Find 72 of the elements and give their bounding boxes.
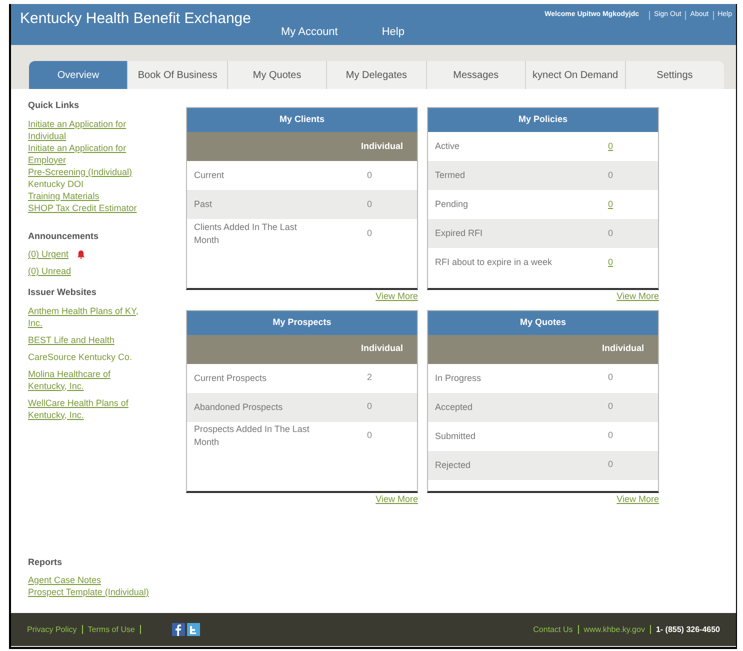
row-label: Accepted: [435, 400, 474, 414]
panel-title: My Prospects: [187, 310, 417, 334]
column-header: Individual: [602, 342, 644, 356]
row-label: Current Prospects: [194, 372, 268, 384]
sidebar-link[interactable]: Initiate an Application for Employer: [28, 142, 150, 166]
announcement-link[interactable]: (0) Urgent: [28, 248, 69, 260]
row-label: Submitted: [435, 430, 477, 442]
phone-number: 1- (855) 326-4650: [656, 624, 720, 636]
row-label: Pending: [435, 198, 470, 211]
bell-icon: [76, 250, 85, 258]
footer-link[interactable]: Contact Us: [533, 624, 573, 636]
sidebar-link[interactable]: Anthem Health Plans of KY, Inc.: [28, 304, 150, 328]
row-label: Clients Added In The Last Month: [194, 220, 298, 246]
count-value: 0: [608, 168, 613, 182]
count-value: 0: [366, 168, 372, 182]
panel-title: My Policies: [428, 108, 658, 132]
section-heading: Issuer Websites: [28, 286, 98, 299]
count-link[interactable]: 0: [608, 256, 613, 270]
row-label: Termed: [435, 169, 466, 182]
sidebar-link[interactable]: BEST Life and Health: [28, 334, 150, 346]
footer-link[interactable]: Privacy Policy: [27, 624, 77, 636]
row-label: RFI about to expire in a week: [435, 256, 554, 269]
footer-link[interactable]: Terms of Use: [88, 624, 135, 636]
row-label: Current: [194, 169, 226, 182]
count-value: 0: [366, 400, 372, 414]
view-more-link[interactable]: View More: [616, 492, 659, 506]
count-value: 2: [366, 371, 372, 384]
count-value: 0: [366, 226, 372, 240]
sidebar-link[interactable]: Initiate an Application for Individual: [28, 118, 150, 142]
section-heading: Quick Links: [28, 99, 80, 112]
sidebar-link[interactable]: Training Materials: [28, 190, 150, 202]
row-label: Expired RFI: [435, 227, 484, 240]
row-label: In Progress: [435, 372, 482, 384]
row-label: Rejected: [435, 458, 472, 472]
sidebar-link[interactable]: (0) Unread: [28, 265, 150, 277]
panel-title: My Quotes: [428, 310, 658, 334]
count-value: 0: [366, 429, 372, 442]
count-value: 0: [366, 198, 372, 211]
count-value: 0: [608, 400, 613, 414]
column-header: Individual: [360, 342, 403, 356]
sidebar-link[interactable]: SHOP Tax Credit Estimator: [28, 202, 150, 214]
footer-link[interactable]: www.khbe.ky.gov: [584, 624, 645, 636]
count-value: 0: [608, 226, 613, 240]
count-value: 0: [608, 458, 613, 472]
sidebar-link[interactable]: Kentucky DOI: [28, 178, 150, 190]
count-link[interactable]: 0: [608, 140, 613, 154]
section-heading: Reports: [28, 556, 64, 569]
count-value: 0: [608, 429, 613, 442]
view-more-link[interactable]: View More: [376, 492, 418, 506]
count-link[interactable]: 0: [608, 198, 613, 212]
sidebar-link[interactable]: Agent Case Notes: [28, 574, 150, 586]
row-label: Active: [435, 140, 461, 153]
sidebar-link[interactable]: Prospect Template (Individual): [28, 586, 150, 598]
sidebar-link[interactable]: CareSource Kentucky Co.: [28, 350, 150, 362]
row-label: Prospects Added In The Last Month: [194, 423, 310, 449]
nav-link[interactable]: My Account: [281, 24, 338, 40]
row-label: Past: [194, 198, 214, 211]
view-more-link[interactable]: View More: [616, 290, 659, 304]
view-more-link[interactable]: View More: [376, 290, 418, 304]
sidebar-link[interactable]: Pre-Screening (Individual): [28, 166, 150, 178]
nav-link[interactable]: Help: [382, 24, 404, 40]
site-title: Kentucky Health Benefit Exchange: [20, 9, 251, 29]
sidebar-link[interactable]: Molina Healthcare of Kentucky, Inc.: [28, 368, 150, 392]
count-value: 0: [608, 371, 613, 384]
sidebar-link[interactable]: WellCare Health Plans of Kentucky, Inc.: [28, 396, 150, 420]
twitter-icon[interactable]: [187, 623, 200, 636]
facebook-icon[interactable]: [172, 623, 185, 636]
panel-title: My Clients: [187, 108, 417, 132]
tab[interactable]: Overview: [29, 61, 128, 89]
section-heading: Announcements: [28, 230, 100, 242]
column-header: Individual: [360, 140, 403, 153]
row-label: Abandoned Prospects: [194, 400, 284, 414]
